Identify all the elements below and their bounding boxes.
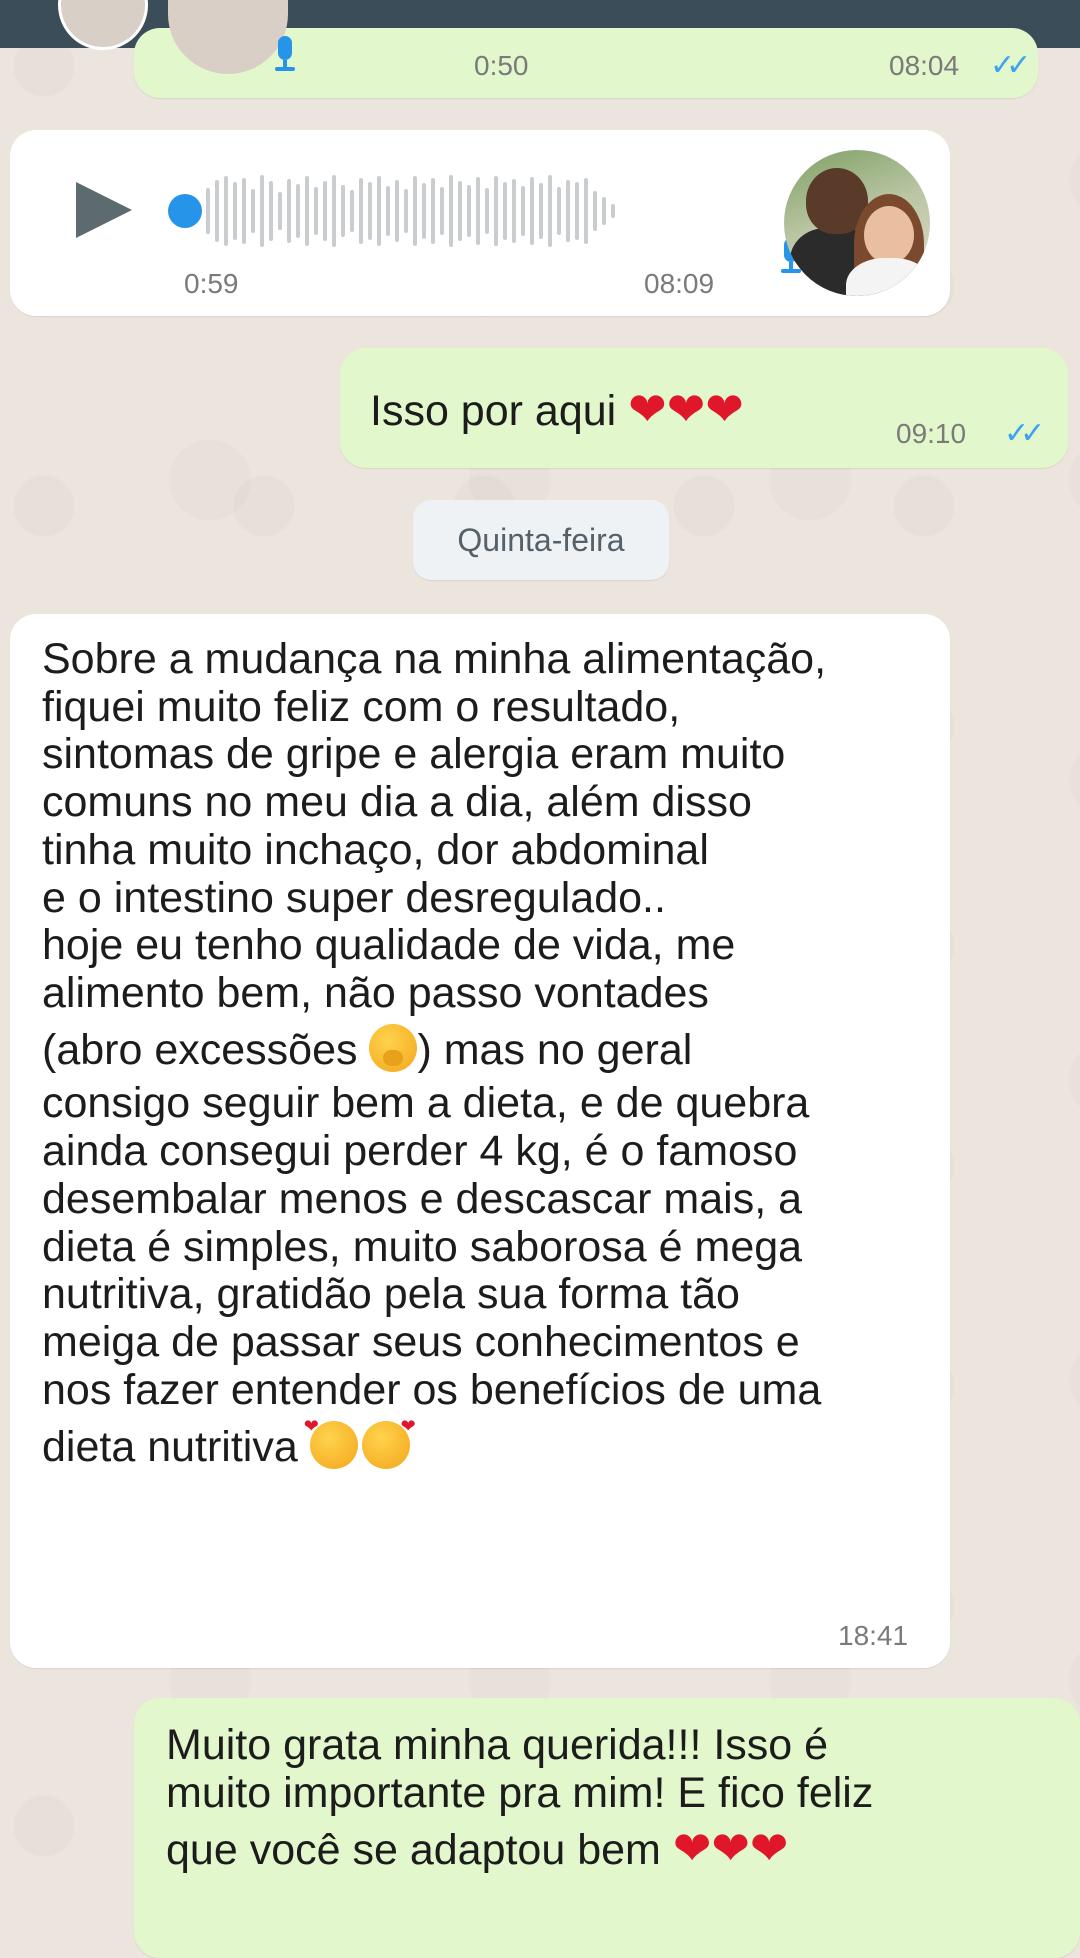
message-line-with-emoji: que você se adaptou bem ❤❤❤ xyxy=(166,1822,789,1875)
message-line: meiga de passar seus conhecimentos e xyxy=(42,1318,800,1367)
voice-duration: 0:59 xyxy=(184,268,239,299)
incoming-text-message[interactable]: Sobre a mudança na minha alimentação, fiq… xyxy=(10,614,950,1668)
message-line: Sobre a mudança na minha alimentação, xyxy=(42,635,827,683)
voice-duration: 0:50 xyxy=(474,50,529,81)
outgoing-text-message[interactable]: Isso por aqui ❤❤❤ 09:10 ✓✓ xyxy=(340,348,1068,468)
read-ticks-icon: ✓✓ xyxy=(990,49,1031,82)
message-line: ainda consegui perder 4 kg, é o famoso xyxy=(42,1127,798,1176)
message-line: hoje eu tenho qualidade de vida, me xyxy=(42,921,736,970)
play-icon[interactable] xyxy=(76,182,132,238)
message-line-with-emoji: dieta nutritiva ❤ ❤ xyxy=(42,1415,416,1471)
message-line: muito importante pra mim! E fico feliz xyxy=(166,1768,874,1817)
contact-avatar[interactable] xyxy=(58,0,148,50)
smiling-face-with-hearts-emoji: ❤ xyxy=(361,1416,416,1469)
message-line: alimento bem, não passo vontades xyxy=(42,969,709,1018)
message-text: Isso por aqui ❤❤❤ xyxy=(370,383,744,436)
heart-emoji: ❤❤❤ xyxy=(628,383,744,435)
date-separator: Quinta-feira xyxy=(413,500,669,580)
message-line: nutritiva, gratidão pela sua forma tão xyxy=(42,1270,740,1319)
message-line: tinha muito inchaço, dor abdominal xyxy=(42,825,709,874)
message-time: 08:09 xyxy=(644,268,715,299)
message-line: comuns no meu dia a dia, além disso xyxy=(42,778,752,827)
message-line: dieta é simples, muito saborosa é mega xyxy=(42,1222,803,1271)
message-line: consigo seguir bem a dieta, e de quebra xyxy=(42,1079,810,1128)
message-text: Muito grata minha querida!!! Isso é muito… xyxy=(166,1721,874,1875)
sender-avatar xyxy=(168,0,288,74)
message-line-with-emoji: (abro excessões ) mas no geral xyxy=(42,1023,693,1074)
message-line: desembalar menos e descascar mais, a xyxy=(42,1174,803,1223)
sender-avatar xyxy=(784,150,930,296)
incoming-voice-message[interactable]: 0:59 08:09 xyxy=(10,130,950,316)
message-line: nos fazer entender os benefícios de uma xyxy=(42,1365,822,1414)
message-body: Isso por aqui xyxy=(370,387,617,435)
message-line: sintomas de gripe e alergia eram muito xyxy=(42,730,786,779)
smiling-face-with-hearts-emoji: ❤ xyxy=(304,1416,358,1469)
audio-progress-knob[interactable] xyxy=(168,194,202,228)
read-ticks-icon: ✓✓ xyxy=(1004,417,1045,450)
message-time: 09:10 xyxy=(896,418,967,449)
message-time: 18:41 xyxy=(838,1620,909,1651)
audio-waveform[interactable] xyxy=(206,166,615,256)
face-with-hand-over-mouth-emoji xyxy=(369,1023,418,1072)
message-text: Sobre a mudança na minha alimentação, fiq… xyxy=(42,635,827,1471)
outgoing-voice-message[interactable]: 0:50 08:04 ✓✓ xyxy=(134,0,1038,98)
heart-emoji: ❤❤❤ xyxy=(672,1822,789,1875)
message-time: 08:04 xyxy=(889,50,960,81)
message-line: Muito grata minha querida!!! Isso é xyxy=(166,1721,829,1769)
outgoing-text-message[interactable]: Muito grata minha querida!!! Isso é muito… xyxy=(134,1698,1080,1958)
message-line: e o intestino super desregulado.. xyxy=(42,873,666,922)
message-line: fiquei muito feliz com o resultado, xyxy=(42,682,681,731)
